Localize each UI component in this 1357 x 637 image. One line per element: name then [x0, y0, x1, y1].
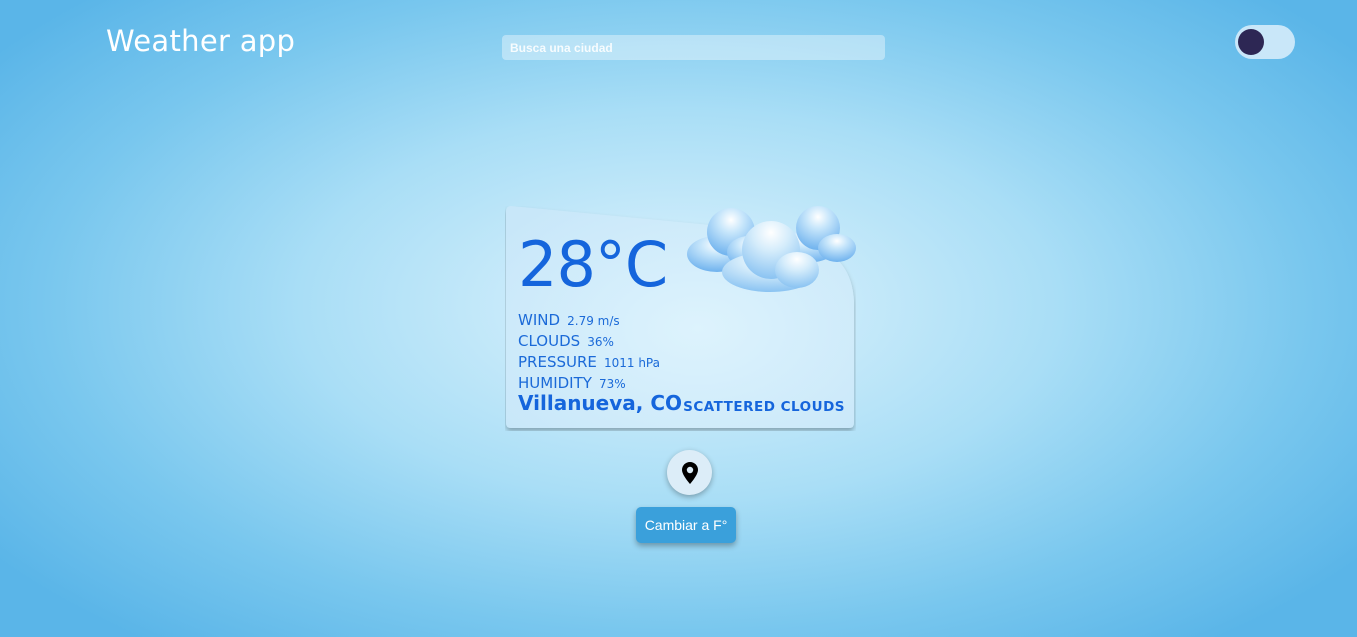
stat-label: WIND: [518, 311, 561, 329]
scattered-clouds-icon: [687, 206, 856, 292]
city-name: Villanueva, CO: [518, 391, 683, 415]
stat-label: PRESSURE: [518, 353, 597, 371]
location-pin-icon: [681, 461, 698, 484]
theme-toggle[interactable]: [1235, 25, 1295, 59]
temperature: 28°C: [518, 228, 668, 301]
stat-label: CLOUDS: [518, 332, 581, 350]
weather-stats: WIND 2.79 m/s CLOUDS 36% PRESSURE 1011 h…: [518, 309, 660, 393]
app-title: Weather app: [106, 24, 296, 58]
current-location-button[interactable]: [667, 450, 712, 495]
weather-description: Scattered Clouds: [683, 399, 845, 415]
stat-pressure: PRESSURE 1011 hPa: [518, 351, 660, 372]
stat-humidity: HUMIDITY 73%: [518, 372, 660, 393]
stat-label: HUMIDITY: [518, 374, 592, 392]
toggle-units-button[interactable]: Cambiar a F°: [636, 507, 736, 543]
stat-value: 2.79 m/s: [567, 314, 620, 328]
stat-wind: WIND 2.79 m/s: [518, 309, 660, 330]
stat-value: 36%: [587, 335, 614, 349]
toggle-knob: [1238, 29, 1264, 55]
city-search-input[interactable]: [502, 35, 885, 60]
stat-value: 1011 hPa: [603, 356, 660, 370]
stat-value: 73%: [599, 377, 626, 391]
stat-clouds: CLOUDS 36%: [518, 330, 660, 351]
weather-card: 28°C WIND 2.79 m/s CLOUDS 36% PRESSURE 1…: [505, 206, 856, 431]
